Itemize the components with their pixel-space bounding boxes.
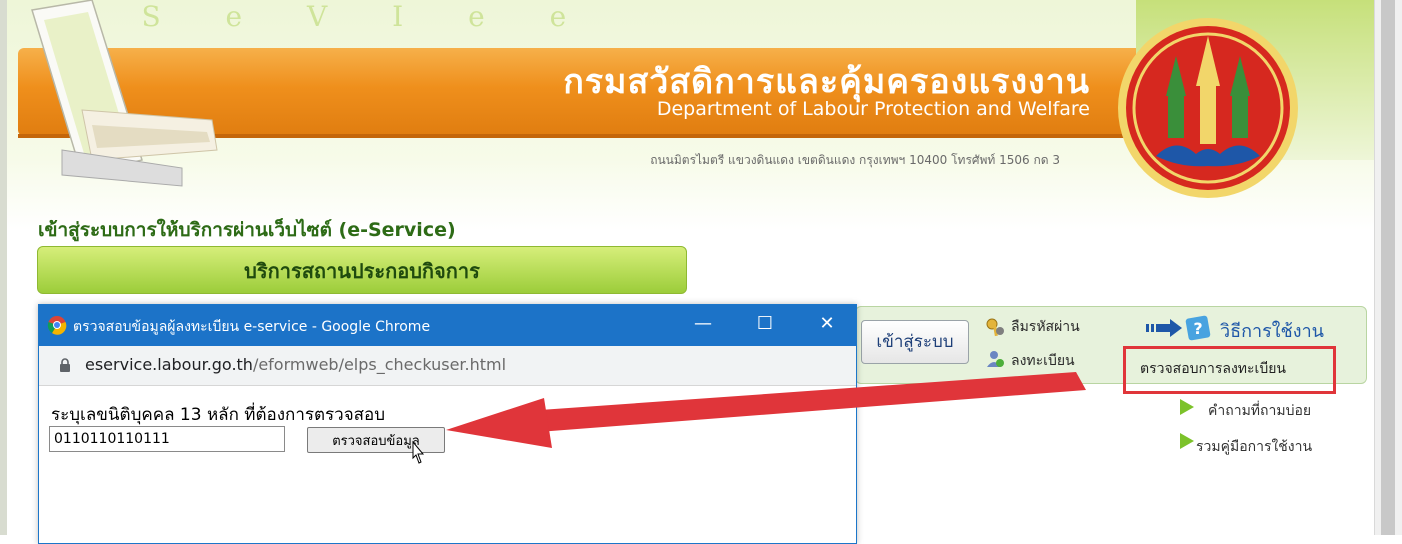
- manual-bullet-icon: [1180, 433, 1194, 449]
- seal-emblem: [1118, 18, 1298, 198]
- login-button[interactable]: เข้าสู่ระบบ: [861, 320, 969, 364]
- key-icon: [986, 318, 1004, 337]
- maximize-button[interactable]: ☐: [745, 311, 785, 339]
- help-icon: ?: [1185, 315, 1211, 341]
- faq-link[interactable]: คำถามที่ถามบ่อย: [1208, 400, 1311, 422]
- department-title-english: Department of Labour Protection and Welf…: [656, 98, 1090, 120]
- minimize-button[interactable]: —: [683, 311, 723, 339]
- book-laptop-illustration: [31, 0, 218, 187]
- page-left-border: [0, 0, 7, 535]
- eservice-heading: เข้าสู่ระบบการให้บริการผ่านเว็บไซต์ (e-S…: [38, 219, 456, 241]
- scrollbar-thumb[interactable]: [1381, 0, 1395, 535]
- svg-text:?: ?: [1193, 319, 1202, 338]
- popup-titlebar[interactable]: ตรวจสอบข้อมูลผู้ลงทะเบียน e-service - Go…: [39, 305, 856, 346]
- how-to-use-link[interactable]: วิธีการใช้งาน: [1220, 316, 1324, 345]
- arrow-icon: [1146, 319, 1182, 337]
- popup-title: ตรวจสอบข้อมูลผู้ลงทะเบียน e-service - Go…: [73, 319, 431, 335]
- registration-number-input[interactable]: [49, 426, 285, 452]
- mouse-cursor-icon: [412, 440, 425, 464]
- close-button[interactable]: ✕: [807, 311, 847, 339]
- faq-bullet-icon: [1180, 399, 1194, 415]
- registration-number-prompt: ระบุเลขนิติบุคคล 13 หลัก ที่ต้องการตรวจส…: [51, 405, 386, 425]
- manual-link[interactable]: รวมคู่มือการใช้งาน: [1196, 436, 1312, 458]
- lock-icon: [60, 358, 70, 372]
- forgot-password-link[interactable]: ลืมรหัสผ่าน: [1011, 316, 1080, 338]
- chrome-icon: [47, 316, 67, 335]
- url-host: eservice.labour.go.th: [85, 355, 253, 374]
- tab-business-service[interactable]: บริการสถานประกอบกิจการ: [37, 246, 687, 294]
- annotation-arrow-icon: [446, 372, 1086, 448]
- department-address: ถนนมิตรไมตรี แขวงดินแดง เขตดินแดง กรุงเท…: [650, 153, 1060, 167]
- highlight-box: [1123, 346, 1336, 394]
